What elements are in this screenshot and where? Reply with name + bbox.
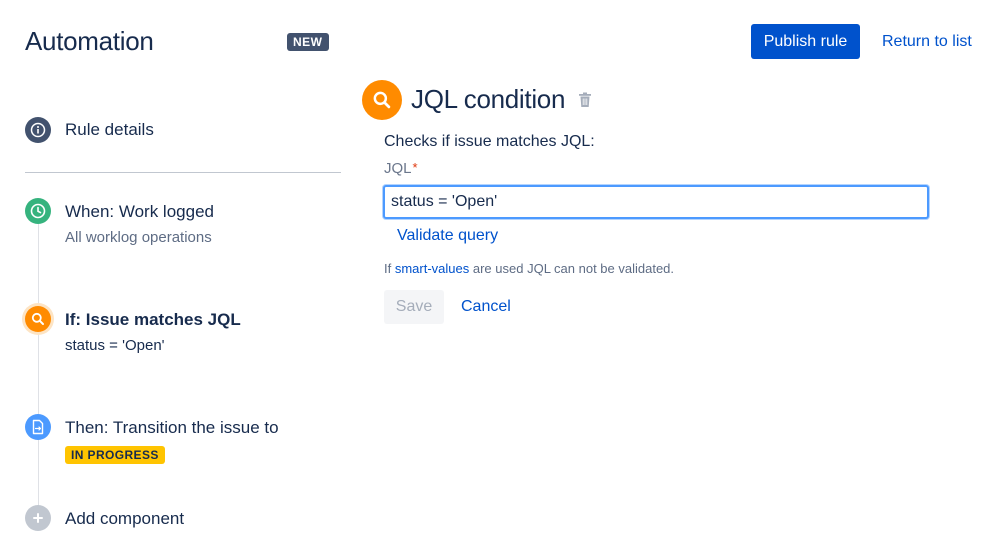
search-icon <box>362 80 402 120</box>
info-icon <box>25 117 51 143</box>
divider <box>25 172 341 173</box>
jql-field-label: JQL* <box>384 160 418 177</box>
new-badge: NEW <box>287 33 329 51</box>
sidebar-item-action[interactable]: Then: Transition the issue to <box>65 418 279 438</box>
smart-values-note: If smart-values are used JQL can not be … <box>384 261 674 276</box>
save-button[interactable]: Save <box>384 290 444 324</box>
jql-label-text: JQL <box>384 160 412 177</box>
plus-icon[interactable] <box>25 505 51 531</box>
required-marker: * <box>412 160 418 175</box>
validate-query-link[interactable]: Validate query <box>397 227 498 245</box>
condition-subtitle: status = 'Open' <box>65 337 165 354</box>
steps-connector-line <box>38 224 39 514</box>
trash-icon[interactable] <box>578 92 592 108</box>
sidebar-item-rule-details[interactable]: Rule details <box>65 120 154 140</box>
add-component-button[interactable]: Add component <box>65 509 184 529</box>
panel-title: JQL condition <box>411 84 566 114</box>
status-lozenge: IN PROGRESS <box>65 446 165 464</box>
jql-input[interactable] <box>383 185 929 219</box>
condition-description: Checks if issue matches JQL: <box>384 133 595 150</box>
sidebar-item-trigger[interactable]: When: Work logged <box>65 202 214 222</box>
smart-values-link[interactable]: smart-values <box>395 261 469 276</box>
app-title: Automation <box>25 26 154 56</box>
return-to-list-link[interactable]: Return to list <box>882 33 972 51</box>
clock-icon <box>25 198 51 224</box>
publish-rule-button[interactable]: Publish rule <box>751 24 860 59</box>
search-icon <box>25 306 51 332</box>
transition-icon <box>25 414 51 440</box>
note-suffix: are used JQL can not be validated. <box>469 261 675 276</box>
cancel-button[interactable]: Cancel <box>461 298 511 316</box>
trigger-subtitle: All worklog operations <box>65 229 212 246</box>
sidebar-item-condition[interactable]: If: Issue matches JQL <box>65 310 241 330</box>
note-prefix: If <box>384 261 395 276</box>
